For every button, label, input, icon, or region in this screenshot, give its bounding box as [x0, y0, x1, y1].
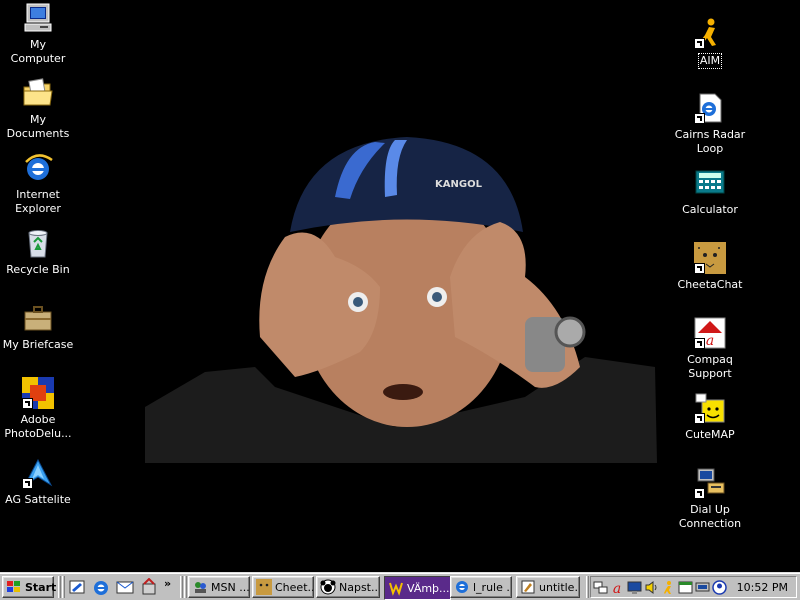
- volume-icon[interactable]: [644, 580, 659, 595]
- clock[interactable]: 10:52 PM: [737, 581, 788, 594]
- task-button-untitled[interactable]: untitle...: [516, 576, 580, 598]
- icon-label: AIM: [697, 53, 723, 69]
- toolbar-grip[interactable]: [58, 576, 61, 598]
- shortcut-arrow-icon: [694, 38, 705, 49]
- windows-logo-icon: [6, 580, 22, 594]
- internet-explorer-icon: [22, 152, 54, 184]
- toolbar-grip[interactable]: [184, 576, 187, 598]
- desktop-icon-my-documents[interactable]: My Documents: [0, 77, 76, 141]
- network-icon[interactable]: [593, 580, 608, 595]
- icon-label: CuteMAP: [685, 428, 735, 441]
- task-button-l-rule[interactable]: l_rule ...: [450, 576, 512, 598]
- shortcut-arrow-icon: [694, 488, 705, 499]
- desktop-icon-my-briefcase[interactable]: My Briefcase: [0, 302, 76, 352]
- shortcut-arrow-icon: [22, 398, 33, 409]
- task-label: Napst...: [339, 580, 380, 594]
- desktop-icon-calculator[interactable]: Calculator: [672, 167, 748, 217]
- recycle-bin-icon: [22, 227, 54, 259]
- icon-label: My Briefcase: [2, 338, 74, 351]
- compaq-icon: a: [694, 317, 726, 349]
- toolbar-grip[interactable]: [62, 576, 65, 598]
- desktop-icon-internet-explorer[interactable]: Internet Explorer: [0, 152, 76, 216]
- task-label: untitle...: [539, 580, 579, 594]
- cutemap-icon: [694, 392, 726, 424]
- icon-label: Internet Explorer: [15, 188, 61, 215]
- task-button-winamp[interactable]: VÄmþ...: [384, 576, 451, 600]
- icon-label: Cairns Radar Loop: [674, 128, 746, 155]
- winamp-icon: [389, 582, 403, 596]
- shortcut-arrow-icon: [694, 263, 705, 274]
- my-documents-icon: [22, 77, 54, 109]
- task-label: MSN ...: [211, 580, 250, 594]
- start-button[interactable]: Start: [2, 576, 57, 598]
- shortcut-arrow-icon: [694, 113, 705, 124]
- desktop-icon-cairns-radar-loop[interactable]: Cairns Radar Loop: [672, 92, 748, 156]
- icon-label: My Documents: [6, 113, 70, 140]
- svg-text:a: a: [706, 333, 714, 349]
- task-button-msn[interactable]: MSN ...: [188, 576, 250, 598]
- system-tray: a 10:52 PM: [590, 576, 797, 598]
- svg-text:KANGOL: KANGOL: [435, 179, 483, 190]
- channels-icon[interactable]: [140, 578, 158, 596]
- icon-label: AG Sattelite: [5, 493, 71, 506]
- paint-icon: [521, 580, 535, 594]
- svg-text:a: a: [613, 581, 621, 595]
- icon-label: Calculator: [682, 203, 738, 216]
- icon-label: Compaq Support: [687, 353, 733, 380]
- desktop-icon-cutemap[interactable]: CuteMAP: [672, 392, 748, 442]
- msn-icon: [195, 582, 206, 593]
- dialup-icon: [694, 467, 726, 499]
- internet-explorer-icon[interactable]: [92, 578, 110, 596]
- ie-icon: [456, 581, 468, 593]
- adobe-photodeluxe-icon: [22, 377, 54, 409]
- desktop-icon-my-computer[interactable]: My Computer: [0, 2, 76, 66]
- task-button-cheetachat[interactable]: Cheet...: [252, 576, 314, 598]
- ag-sattelite-icon: [22, 457, 54, 489]
- napster-icon: [320, 579, 336, 595]
- desktop-icon-adobe-photodeluxe[interactable]: Adobe PhotoDelu...: [0, 377, 76, 441]
- my-computer-icon: [22, 2, 54, 34]
- toolbar-grip[interactable]: [586, 576, 589, 598]
- user-icon[interactable]: [712, 579, 727, 595]
- taskbar: Start » MSN ... Cheet... Napst... VÄmþ..…: [0, 572, 800, 600]
- quick-launch-overflow-button[interactable]: »: [164, 577, 171, 590]
- ie-document-icon: [694, 92, 726, 124]
- wallpaper-photo: KANGOL: [145, 137, 657, 463]
- task-label: l_rule ...: [473, 580, 511, 594]
- task-label: VÄmþ...: [407, 581, 450, 595]
- shortcut-arrow-icon: [694, 338, 705, 349]
- display-icon[interactable]: [627, 580, 642, 595]
- icon-label: My Computer: [10, 38, 66, 65]
- icon-label: Recycle Bin: [6, 263, 70, 276]
- desktop-icon-recycle-bin[interactable]: Recycle Bin: [0, 227, 76, 277]
- icon-label: CheetaChat: [677, 278, 743, 291]
- desktop-icon-dial-up-connection[interactable]: Dial Up Connection: [672, 467, 748, 531]
- outlook-icon[interactable]: [116, 578, 134, 596]
- start-label: Start: [25, 580, 57, 594]
- toolbar-grip[interactable]: [180, 576, 183, 598]
- aim-tray-icon[interactable]: [661, 580, 676, 595]
- shortcut-arrow-icon: [694, 413, 705, 424]
- briefcase-icon: [22, 302, 54, 334]
- show-desktop-icon[interactable]: [68, 578, 86, 596]
- monitor-icon[interactable]: [695, 580, 710, 595]
- desktop-icon-cheetachat[interactable]: CheetaChat: [672, 242, 748, 292]
- icon-label: Dial Up Connection: [678, 503, 742, 530]
- desktop-icon-ag-sattelite[interactable]: AG Sattelite: [0, 457, 76, 507]
- task-button-napster[interactable]: Napst...: [316, 576, 380, 598]
- cheetah-icon: [694, 242, 726, 274]
- icon-label: Adobe PhotoDelu...: [4, 413, 72, 440]
- scheduler-icon[interactable]: [678, 580, 693, 595]
- task-label: Cheet...: [275, 580, 314, 594]
- compaq-tray-icon[interactable]: a: [610, 580, 625, 595]
- cheetah-icon: [256, 579, 272, 595]
- calculator-icon: [694, 167, 726, 199]
- desktop-icon-compaq-support[interactable]: a Compaq Support: [672, 317, 748, 381]
- aim-icon: [694, 17, 726, 49]
- desktop-icon-aim[interactable]: AIM: [672, 17, 748, 69]
- shortcut-arrow-icon: [22, 478, 33, 489]
